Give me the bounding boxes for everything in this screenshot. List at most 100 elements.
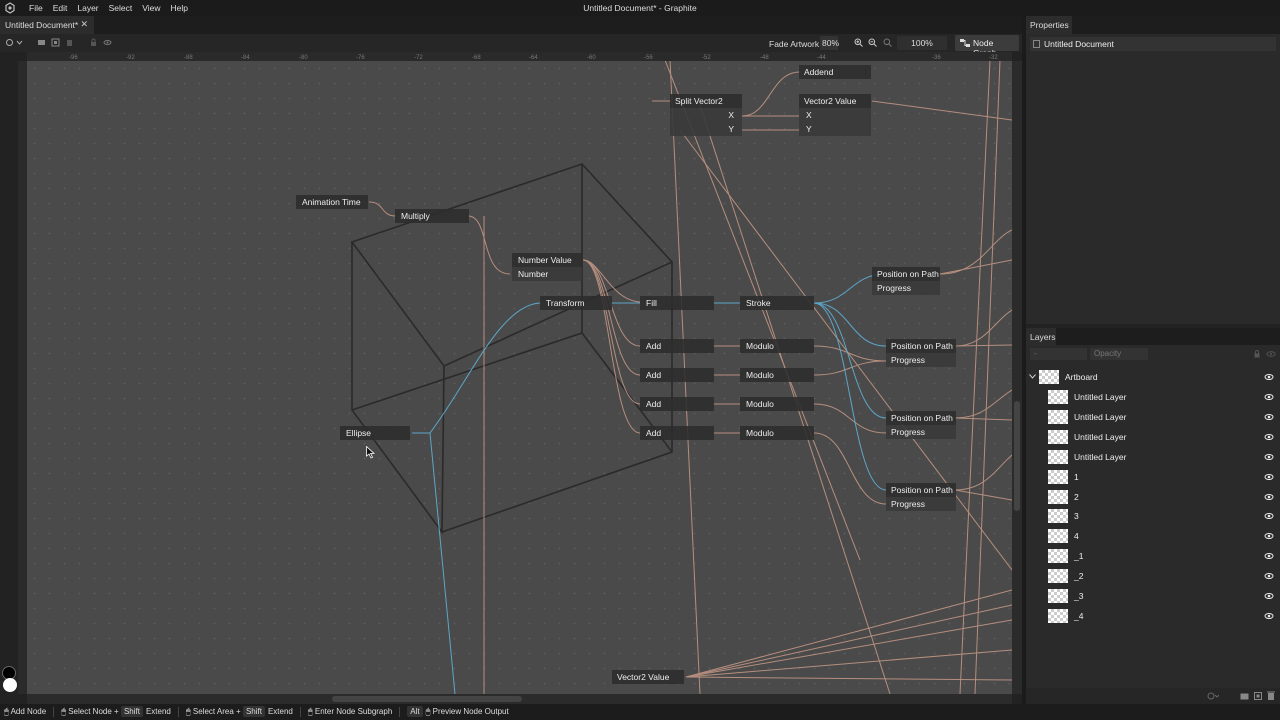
node-progress-2[interactable]: Progress bbox=[886, 353, 956, 367]
node-stroke[interactable]: Stroke bbox=[740, 296, 814, 310]
node-number-value[interactable]: Number Value bbox=[512, 253, 582, 267]
layer-row[interactable]: Untitled Layer bbox=[1026, 387, 1280, 407]
eye-icon[interactable] bbox=[1264, 453, 1274, 461]
new-layer-icon[interactable] bbox=[51, 38, 60, 47]
lock-icon[interactable] bbox=[1253, 350, 1261, 358]
node-ellipse[interactable]: Ellipse bbox=[340, 426, 410, 440]
node-progress-1[interactable]: Progress bbox=[872, 281, 940, 295]
node-position-on-path-1[interactable]: Position on Path bbox=[872, 267, 940, 281]
properties-panel: Untitled Document bbox=[1026, 34, 1280, 324]
vertical-scrollbar[interactable] bbox=[1012, 61, 1022, 694]
eye-icon[interactable] bbox=[1264, 572, 1274, 580]
menu-file[interactable]: File bbox=[24, 3, 48, 13]
zoom-input[interactable]: 100% bbox=[897, 36, 947, 50]
eye-icon[interactable] bbox=[1264, 433, 1274, 441]
menu-help[interactable]: Help bbox=[166, 3, 193, 13]
secondary-color-swatch[interactable] bbox=[3, 678, 17, 692]
tool-mode-icon[interactable] bbox=[5, 38, 14, 47]
eye-icon[interactable] bbox=[1264, 473, 1274, 481]
layer-row[interactable]: 1 bbox=[1026, 467, 1280, 487]
graphite-logo-icon[interactable] bbox=[4, 2, 16, 14]
layer-row[interactable]: _2 bbox=[1026, 566, 1280, 586]
layer-row[interactable]: _4 bbox=[1026, 606, 1280, 626]
eye-icon[interactable] bbox=[1264, 512, 1274, 520]
node-position-on-path-4[interactable]: Position on Path bbox=[886, 483, 956, 497]
lock-icon[interactable] bbox=[89, 38, 98, 47]
eye-icon[interactable] bbox=[1264, 373, 1274, 381]
node-multiply[interactable]: Multiply bbox=[395, 209, 469, 223]
eye-icon[interactable] bbox=[1264, 612, 1274, 620]
menu-edit[interactable]: Edit bbox=[48, 3, 73, 13]
node-label: Ellipse bbox=[346, 428, 372, 438]
eye-icon[interactable] bbox=[1264, 592, 1274, 600]
layer-row[interactable]: _1 bbox=[1026, 546, 1280, 566]
node-position-on-path-2[interactable]: Position on Path bbox=[886, 339, 956, 353]
node-position-on-path-3[interactable]: Position on Path bbox=[886, 411, 956, 425]
layer-row[interactable]: Untitled Layer bbox=[1026, 407, 1280, 427]
eye-icon[interactable] bbox=[1264, 493, 1274, 501]
node-number-input[interactable]: Number bbox=[512, 267, 582, 281]
eye-icon[interactable] bbox=[1264, 552, 1274, 560]
chevron-down-icon[interactable] bbox=[1029, 374, 1036, 379]
eye-icon[interactable] bbox=[1264, 532, 1274, 540]
node-transform[interactable]: Transform bbox=[540, 296, 612, 310]
node-label: Progress bbox=[891, 355, 926, 365]
eye-icon[interactable] bbox=[103, 38, 112, 47]
layer-row-artboard[interactable]: Artboard bbox=[1026, 367, 1280, 387]
properties-document-row[interactable]: Untitled Document bbox=[1030, 37, 1276, 51]
layer-row[interactable]: Untitled Layer bbox=[1026, 447, 1280, 467]
node-addend[interactable]: Addend bbox=[799, 65, 871, 79]
node-vector2-value-bottom[interactable]: Vector2 Value bbox=[612, 670, 684, 684]
node-progress-3[interactable]: Progress bbox=[886, 425, 956, 439]
node-add-3[interactable]: Add bbox=[640, 397, 714, 411]
opacity-input[interactable]: Opacity bbox=[1090, 348, 1148, 360]
menu-view[interactable]: View bbox=[137, 3, 165, 13]
layer-row[interactable]: _3 bbox=[1026, 586, 1280, 606]
node-graph-canvas[interactable]: Animation Time Multiply Number Value Num… bbox=[27, 61, 1012, 694]
folder-icon[interactable] bbox=[37, 38, 46, 47]
node-add-2[interactable]: Add bbox=[640, 368, 714, 382]
node-add-4[interactable]: Add bbox=[640, 426, 714, 440]
folder-icon[interactable] bbox=[1240, 692, 1249, 700]
boolean-ops-icon[interactable] bbox=[1207, 692, 1219, 700]
layer-row[interactable]: 3 bbox=[1026, 506, 1280, 526]
zoom-out-icon[interactable] bbox=[868, 38, 877, 47]
new-layer-icon[interactable] bbox=[1254, 692, 1262, 700]
scrollbar-thumb[interactable] bbox=[332, 696, 522, 702]
menu-layer[interactable]: Layer bbox=[72, 3, 103, 13]
eye-icon[interactable] bbox=[1264, 413, 1274, 421]
fade-artwork-input[interactable]: 80% bbox=[820, 36, 839, 50]
layer-row[interactable]: Untitled Layer bbox=[1026, 427, 1280, 447]
layer-row[interactable]: 4 bbox=[1026, 526, 1280, 546]
trash-icon[interactable] bbox=[1267, 691, 1275, 700]
node-graph-button[interactable]: Node Graph bbox=[955, 35, 1019, 58]
node-modulo-4[interactable]: Modulo bbox=[740, 426, 814, 440]
menu-select[interactable]: Select bbox=[104, 3, 138, 13]
zoom-reset-icon[interactable] bbox=[883, 38, 892, 47]
document-tab[interactable]: Untitled Document* ✕ bbox=[0, 16, 94, 34]
node-label: Add bbox=[646, 370, 662, 380]
blend-mode-select[interactable]: - bbox=[1030, 348, 1087, 360]
layer-name: Untitled Layer bbox=[1074, 411, 1127, 422]
eye-icon[interactable] bbox=[1264, 393, 1274, 401]
trash-icon[interactable] bbox=[65, 38, 74, 47]
zoom-in-icon[interactable] bbox=[854, 38, 863, 47]
node-progress-4[interactable]: Progress bbox=[886, 497, 956, 511]
layer-row[interactable]: 2 bbox=[1026, 487, 1280, 507]
scrollbar-thumb[interactable] bbox=[1014, 401, 1020, 511]
close-icon[interactable]: ✕ bbox=[80, 19, 88, 30]
node-modulo-2[interactable]: Modulo bbox=[740, 368, 814, 382]
node-add-1[interactable]: Add bbox=[640, 339, 714, 353]
eye-icon[interactable] bbox=[1266, 350, 1276, 358]
node-split-vector2[interactable]: Split Vector2 bbox=[670, 94, 742, 108]
chevron-down-icon[interactable] bbox=[15, 38, 24, 47]
menu-bar: File Edit Layer Select View Help bbox=[24, 0, 193, 16]
tab-layers[interactable]: Layers bbox=[1026, 328, 1056, 345]
horizontal-scrollbar[interactable] bbox=[27, 694, 1012, 704]
node-fill[interactable]: Fill bbox=[640, 296, 714, 310]
tab-properties[interactable]: Properties bbox=[1026, 16, 1072, 34]
node-modulo-3[interactable]: Modulo bbox=[740, 397, 814, 411]
node-animation-time[interactable]: Animation Time bbox=[296, 195, 368, 209]
node-vector2-value[interactable]: Vector2 Value bbox=[799, 94, 871, 108]
node-modulo-1[interactable]: Modulo bbox=[740, 339, 814, 353]
